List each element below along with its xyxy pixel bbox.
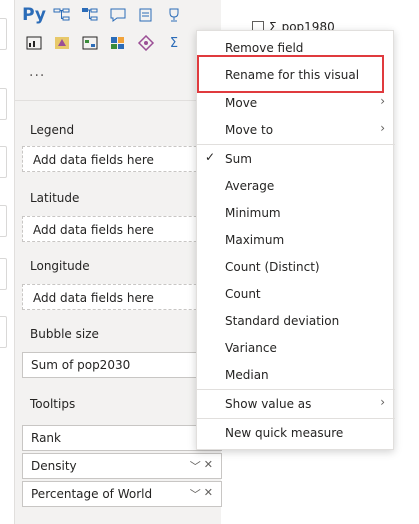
menu-item-minimum[interactable]: Minimum (197, 199, 395, 226)
menu-item-average[interactable]: Average (197, 172, 395, 199)
menu-item-label: Show value as (225, 396, 312, 411)
filter-card-edge (0, 316, 7, 348)
menu-item-move[interactable]: Move › (197, 89, 395, 116)
menu-item-move-to[interactable]: Move to › (197, 116, 395, 143)
chevron-down-icon[interactable]: ﹀ (190, 458, 201, 474)
menu-item-label: Remove field (225, 40, 304, 55)
smart-narrative-icon[interactable] (135, 4, 157, 26)
filter-card-edge (0, 18, 7, 50)
key-influencers-icon[interactable] (79, 4, 101, 26)
filter-card-edge (0, 205, 7, 237)
close-icon[interactable]: ✕ (204, 486, 213, 502)
menu-item-label: New quick measure (225, 425, 344, 440)
visual-gallery: Py Σ ... (15, 0, 221, 98)
field-context-menu: Remove field Rename for this visual Move… (196, 30, 395, 450)
bubble-size-field-pill[interactable]: Sum of pop2030 ﹀ (22, 352, 222, 378)
py-icon[interactable]: Py (22, 4, 46, 26)
legend-drop-zone[interactable]: Add data fields here (22, 146, 222, 172)
menu-item-label: Move to (225, 122, 274, 137)
tooltip-field-pill[interactable]: Rank ﹀ (22, 425, 222, 451)
tooltip-field-pill[interactable]: Percentage of World ﹀ ✕ (22, 481, 222, 507)
field-wells: Legend Add data fields here Latitude Add… (15, 100, 222, 524)
menu-item-label: Count (225, 286, 261, 301)
filter-card-edge (0, 146, 7, 178)
diamond-icon[interactable] (135, 32, 157, 54)
qa-icon[interactable] (107, 4, 129, 26)
longitude-well-title: Longitude (30, 259, 90, 273)
visualizations-pane: Py Σ ... Legend Add data fields here Lat… (14, 0, 222, 524)
field-pill-label: Rank (31, 431, 61, 445)
left-strip (0, 0, 12, 524)
chevron-right-icon: › (380, 395, 385, 409)
menu-item-label: Minimum (225, 205, 281, 220)
checkmark-icon: ✓ (205, 150, 216, 164)
power-bi-screen: Py Σ ... Legend Add data fields here Lat… (0, 0, 419, 524)
chevron-right-icon: › (380, 94, 385, 108)
legend-well-title: Legend (30, 123, 75, 137)
field-pill-label: Sum of pop2030 (31, 358, 131, 372)
tooltip-field-pill[interactable]: Density ﹀ ✕ (22, 453, 222, 479)
field-pill-label: Density (31, 459, 77, 473)
menu-item-variance[interactable]: Variance (197, 334, 395, 361)
field-pill-label: Percentage of World (31, 487, 153, 501)
menu-item-label: Maximum (225, 232, 285, 247)
menu-item-new-quick-measure[interactable]: New quick measure (197, 419, 395, 446)
power-automate-icon[interactable] (79, 32, 101, 54)
sigma-icon[interactable]: Σ (163, 32, 185, 54)
menu-item-count[interactable]: Count (197, 280, 395, 307)
more-visuals-button[interactable]: ... (29, 64, 45, 80)
highlight-box (197, 55, 384, 93)
filter-card-edge (0, 88, 7, 120)
menu-item-label: Count (Distinct) (225, 259, 320, 274)
menu-item-label: Median (225, 367, 269, 382)
tooltips-well-title: Tooltips (30, 397, 76, 411)
menu-item-sum[interactable]: ✓ Sum (197, 145, 395, 172)
decomposition-tree-icon[interactable] (51, 4, 73, 26)
chevron-right-icon: › (380, 121, 385, 135)
longitude-drop-zone[interactable]: Add data fields here (22, 284, 222, 310)
menu-item-label: Variance (225, 340, 277, 355)
bubble-size-well-title: Bubble size (30, 327, 99, 341)
menu-item-count-distinct[interactable]: Count (Distinct) (197, 253, 395, 280)
menu-item-label: Sum (225, 151, 252, 166)
power-apps-icon[interactable] (51, 32, 73, 54)
menu-item-label: Average (225, 178, 275, 193)
py-label: Py (22, 4, 46, 25)
menu-item-label: Standard deviation (225, 313, 340, 328)
close-icon[interactable]: ✕ (204, 458, 213, 474)
arcgis-icon[interactable] (107, 32, 129, 54)
latitude-drop-zone[interactable]: Add data fields here (22, 216, 222, 242)
menu-item-standard-deviation[interactable]: Standard deviation (197, 307, 395, 334)
chevron-down-icon[interactable]: ﹀ (190, 486, 201, 502)
filter-card-edge (0, 258, 7, 290)
menu-item-label: Move (225, 95, 258, 110)
trophy-icon[interactable] (163, 4, 185, 26)
latitude-well-title: Latitude (30, 191, 80, 205)
paginated-report-icon[interactable] (23, 32, 45, 54)
menu-item-maximum[interactable]: Maximum (197, 226, 395, 253)
menu-item-median[interactable]: Median (197, 361, 395, 388)
menu-item-show-value-as[interactable]: Show value as › (197, 390, 395, 417)
